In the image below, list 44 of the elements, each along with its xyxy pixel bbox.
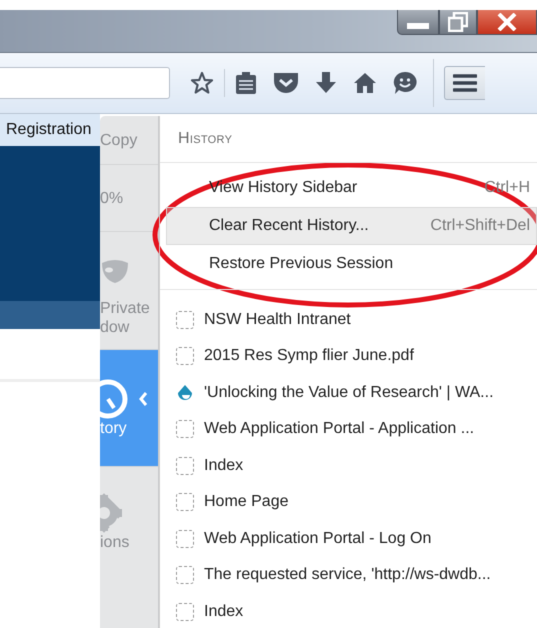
blank-page-icon (176, 347, 194, 366)
menu-item-label: dow (100, 318, 130, 337)
restore-icon (448, 12, 468, 32)
history-item[interactable]: NSW Health Intranet (176, 302, 537, 338)
menu-button[interactable] (444, 66, 485, 100)
history-item[interactable]: Home Page (176, 484, 537, 520)
menu-item-label: Private (100, 299, 150, 318)
blank-page-icon (176, 493, 194, 512)
menu-item-label: 0% (100, 188, 124, 208)
chat-smiley-icon[interactable] (393, 71, 417, 95)
clipboard-icon[interactable] (235, 71, 257, 95)
menu-action[interactable]: Restore Previous Session (166, 244, 537, 283)
chevron-left-icon (138, 390, 148, 406)
history-item[interactable]: Index (176, 448, 537, 484)
blank-page-icon (176, 310, 194, 329)
clock-icon (100, 378, 130, 418)
blank-page-icon (176, 566, 194, 584)
history-item[interactable]: The requested service, 'http://ws-dwdb... (176, 557, 537, 594)
panel-title: History (177, 128, 234, 149)
history-item[interactable]: Index (176, 594, 537, 628)
blank-page-icon (176, 530, 194, 548)
minimize-button[interactable] (397, 10, 439, 35)
menu-item-label: tory (100, 418, 127, 438)
history-item[interactable]: 'Unlocking the Value of Research' | WA... (176, 374, 537, 411)
shortcut-label: Ctrl+Shift+Del (430, 216, 530, 235)
close-icon (497, 13, 517, 31)
blank-page-icon (176, 420, 194, 438)
history-item[interactable]: 2015 Res Symp flier June.pdf (176, 338, 537, 374)
download-icon[interactable] (315, 71, 337, 95)
drop-icon (176, 384, 194, 402)
address-field[interactable] (0, 67, 170, 99)
close-button[interactable] (477, 10, 537, 35)
home-icon[interactable] (353, 72, 377, 94)
menu-action[interactable]: Clear Recent History... Ctrl+Shift+Del (166, 206, 537, 245)
history-item[interactable]: Web Application Portal - Log On (176, 520, 537, 557)
menu-item-label: Copy (100, 130, 138, 150)
menu-item-label: ions (100, 532, 130, 552)
blank-page-icon (176, 456, 194, 475)
star-icon[interactable] (190, 71, 214, 95)
menu-icon (453, 73, 477, 93)
history-item[interactable]: Web Application Portal - Application ... (176, 411, 537, 448)
minimize-icon (407, 23, 429, 29)
blank-page-icon (176, 602, 194, 621)
restore-button[interactable] (439, 10, 477, 35)
